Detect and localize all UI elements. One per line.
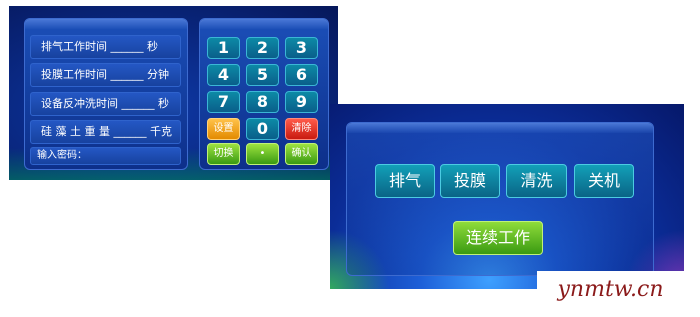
- key-5[interactable]: 5: [246, 64, 279, 86]
- key-8[interactable]: 8: [246, 91, 279, 113]
- operation-panel: 排气 投膜 清洗 关机 连续工作: [330, 104, 684, 289]
- key-6[interactable]: 6: [285, 64, 318, 86]
- frame-highlight: [347, 123, 653, 133]
- exhaust-button[interactable]: 排气: [375, 164, 435, 198]
- key-9[interactable]: 9: [285, 91, 318, 113]
- keypad-frame: 1 2 3 4 5 6 7 8 9 设置 0 清除 切换 • 确认: [199, 18, 329, 170]
- exhaust-time-field[interactable]: 排气工作时间 ______ 秒: [30, 35, 181, 59]
- backwash-time-field[interactable]: 设备反冲洗时间 ______ 秒: [30, 92, 181, 116]
- screenshot-root: 排气工作时间 ______ 秒 投膜工作时间 ______ 分钟 设备反冲洗时间…: [0, 0, 700, 317]
- key-0[interactable]: 0: [246, 118, 279, 140]
- parameter-frame: 排气工作时间 ______ 秒 投膜工作时间 ______ 分钟 设备反冲洗时间…: [24, 18, 188, 170]
- password-field[interactable]: 输入密码：: [30, 147, 181, 165]
- watermark: ynmtw.cn: [537, 271, 684, 311]
- clean-button[interactable]: 清洗: [506, 164, 567, 198]
- key-4[interactable]: 4: [207, 64, 240, 86]
- switch-button[interactable]: 切换: [207, 143, 240, 165]
- clear-button[interactable]: 清除: [285, 118, 318, 140]
- key-1[interactable]: 1: [207, 37, 240, 59]
- diatomite-weight-field[interactable]: 硅 藻 土 重 量 ______ 千克: [30, 120, 181, 144]
- key-3[interactable]: 3: [285, 37, 318, 59]
- key-7[interactable]: 7: [207, 91, 240, 113]
- frame-highlight: [200, 19, 328, 29]
- confirm-button[interactable]: 确认: [285, 143, 318, 165]
- settings-panel: 排气工作时间 ______ 秒 投膜工作时间 ______ 分钟 设备反冲洗时间…: [9, 6, 338, 180]
- frame-highlight: [25, 19, 187, 29]
- continuous-work-button[interactable]: 连续工作: [453, 221, 543, 255]
- set-button[interactable]: 设置: [207, 118, 240, 140]
- dot-button[interactable]: •: [246, 143, 279, 165]
- film-button[interactable]: 投膜: [440, 164, 500, 198]
- film-time-field[interactable]: 投膜工作时间 ______ 分钟: [30, 63, 181, 87]
- key-2[interactable]: 2: [246, 37, 279, 59]
- shutdown-button[interactable]: 关机: [574, 164, 634, 198]
